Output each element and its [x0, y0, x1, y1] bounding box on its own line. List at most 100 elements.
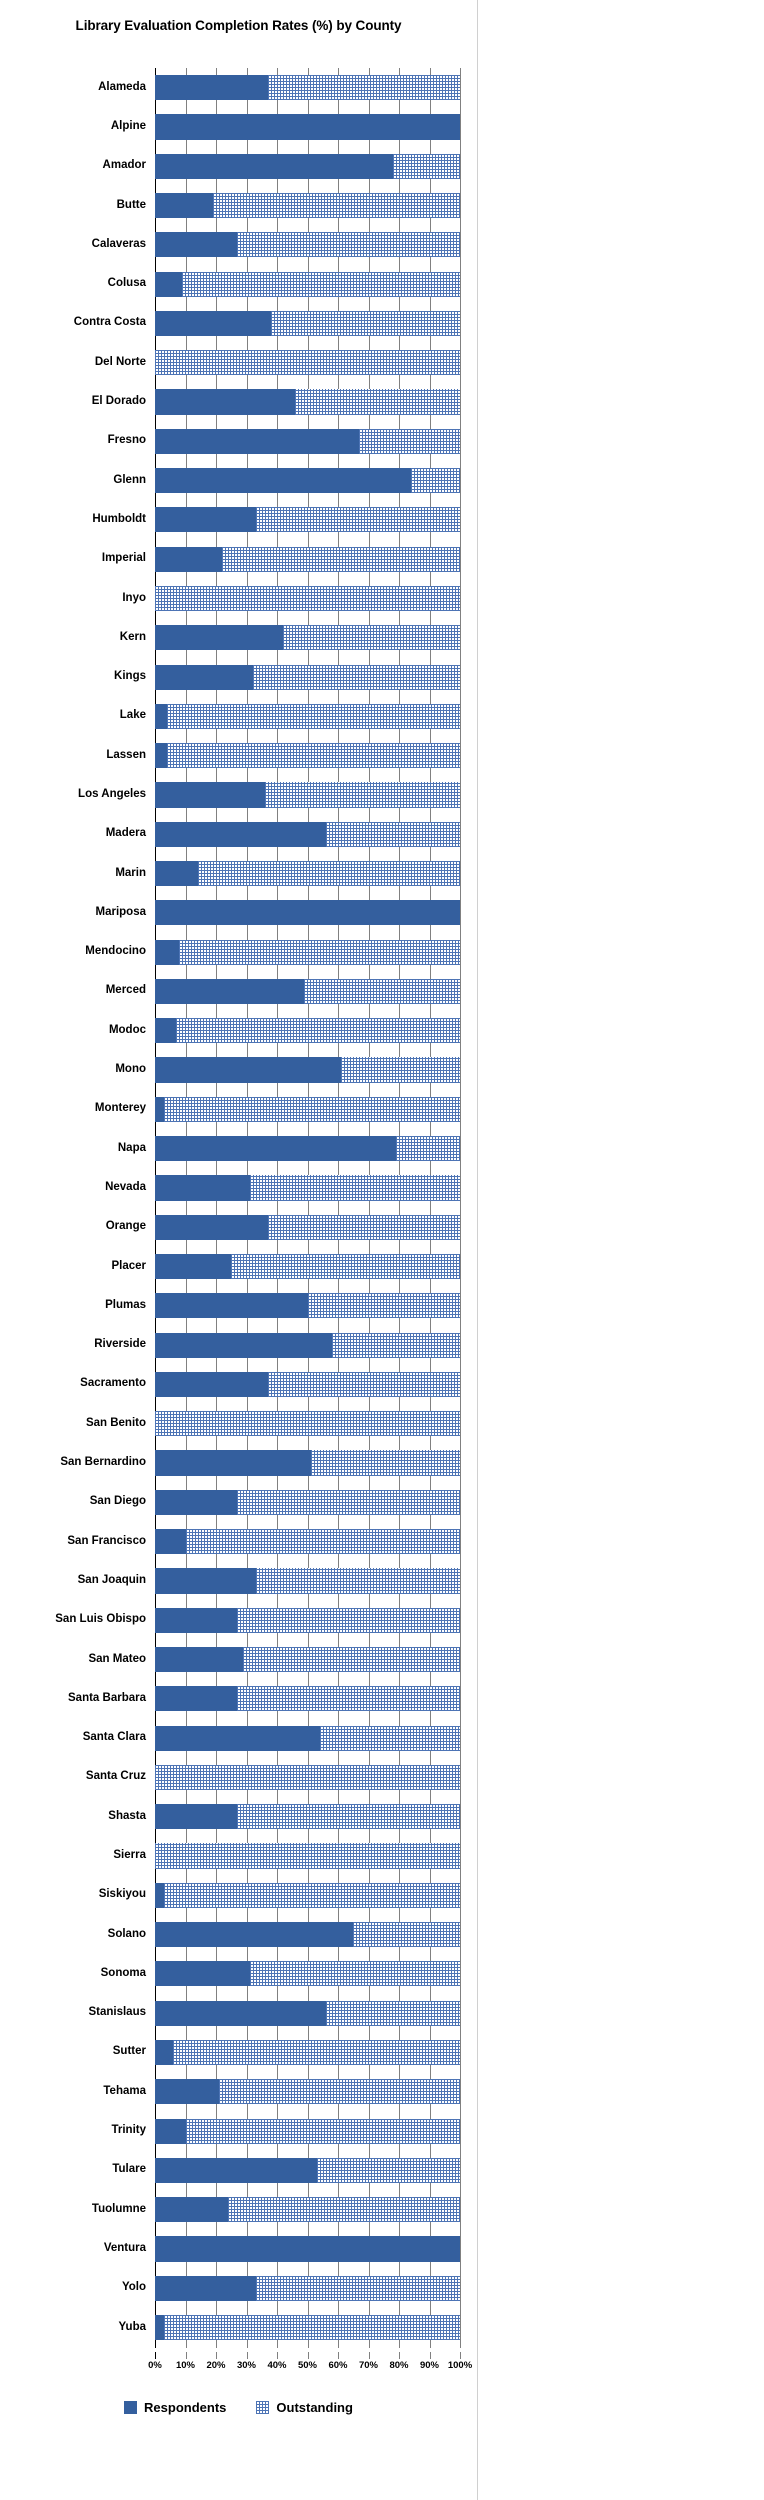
- bar-segment-outstanding: [185, 2118, 460, 2144]
- bar-row: Del Norte: [95, 343, 460, 382]
- bar-segment-outstanding: [255, 2275, 460, 2301]
- bar-segment-respondents: [155, 2000, 326, 2026]
- tickmark-100: [460, 2352, 461, 2359]
- stacked-bar: [155, 507, 460, 533]
- stacked-bar: [155, 428, 460, 454]
- bar-segment-respondents: [155, 2275, 256, 2301]
- y-axis-label: Mariposa: [95, 905, 147, 918]
- bar-segment-respondents: [155, 1804, 238, 1830]
- chart-title: Library Evaluation Completion Rates (%) …: [75, 18, 402, 33]
- bar-row: Mariposa: [96, 893, 460, 932]
- y-axis-label: Sierra: [113, 1849, 146, 1861]
- y-axis-label: Madera: [105, 827, 146, 840]
- stacked-bar: [155, 2039, 460, 2066]
- bar-segment-respondents: [155, 507, 256, 533]
- bar-segment-respondents: [155, 2197, 229, 2223]
- bar-row: Siskiyou: [99, 1876, 460, 1915]
- bar-row: Glenn: [113, 461, 460, 500]
- bar-row: Placer: [111, 1247, 460, 1286]
- y-axis-label: Sutter: [112, 2045, 146, 2058]
- stacked-bar: [155, 1175, 460, 1201]
- bar-segment-outstanding: [359, 428, 460, 454]
- bar-segment-outstanding: [325, 821, 460, 847]
- bar-segment-respondents: [155, 1725, 320, 1751]
- bar-segment-respondents: [155, 1646, 244, 1673]
- y-axis-label: Del Norte: [94, 355, 146, 368]
- bar-segment-respondents: [155, 310, 271, 336]
- tickmark-80: [399, 2352, 400, 2359]
- bar-segment-outstanding: [249, 1961, 460, 1987]
- bar-segment-respondents: [155, 428, 360, 454]
- bar-segment-respondents: [155, 1450, 311, 1476]
- stacked-bar: [155, 1332, 460, 1358]
- bar-segment-respondents: [155, 1214, 268, 1240]
- bar-segment-respondents: [155, 2039, 174, 2066]
- bar-segment-outstanding: [353, 1922, 460, 1948]
- stacked-bar: [155, 1253, 460, 1280]
- y-axis-label: Fresno: [107, 434, 146, 447]
- bar-segment-outstanding: [325, 2000, 460, 2026]
- stacked-bar: [155, 1686, 460, 1712]
- y-axis-label: Nevada: [105, 1180, 146, 1193]
- bar-segment-outstanding: [231, 1253, 460, 1280]
- stacked-bar: [155, 1214, 460, 1240]
- bar-row: San Joaquin: [78, 1561, 460, 1600]
- bar-segment-outstanding: [295, 389, 460, 415]
- bar-segment-respondents: [155, 1018, 177, 1044]
- y-axis-label: Calaveras: [91, 237, 146, 250]
- bar-segment-respondents: [155, 900, 460, 926]
- x-tick-label: 50%: [297, 2360, 318, 2371]
- bar-segment-outstanding: [237, 232, 460, 258]
- bar-segment-respondents: [155, 821, 326, 847]
- stacked-bar: [155, 585, 460, 612]
- legend-item-outstanding: Outstanding: [256, 2400, 353, 2415]
- bar-row: San Mateo: [88, 1640, 460, 1679]
- stacked-bar: [155, 978, 460, 1005]
- y-axis-label: Los Angeles: [78, 787, 146, 800]
- y-axis-label: El Dorado: [91, 395, 146, 408]
- bar-segment-outstanding: [331, 1332, 460, 1358]
- bar-row: El Dorado: [92, 382, 460, 421]
- bar-row: Mono: [115, 1050, 460, 1089]
- bar-segment-outstanding: [319, 1725, 460, 1751]
- stacked-bar: [155, 939, 460, 965]
- bar-segment-outstanding: [267, 75, 460, 101]
- bar-row: Marin: [115, 854, 460, 893]
- stacked-bar: [155, 1725, 460, 1751]
- stacked-bar: [155, 192, 460, 219]
- y-axis-label: Amador: [102, 159, 146, 172]
- bar-row: Monterey: [95, 1090, 460, 1129]
- bar-row: San Diego: [90, 1483, 460, 1522]
- bar-segment-outstanding: [237, 1489, 460, 1515]
- bar-segment-outstanding: [155, 1764, 460, 1790]
- x-tick-label: 40%: [267, 2360, 287, 2371]
- bar-row: Sonoma: [101, 1954, 460, 1993]
- y-axis-label: Inyo: [122, 591, 146, 604]
- y-axis-label: Shasta: [108, 1809, 146, 1822]
- bar-segment-outstanding: [341, 1057, 460, 1083]
- bar-row: Solano: [108, 1915, 460, 1954]
- bar-segment-outstanding: [222, 546, 460, 572]
- bar-row: San Francisco: [67, 1522, 460, 1561]
- bar-segment-outstanding: [167, 703, 460, 729]
- bar-row: Colusa: [108, 264, 460, 303]
- bar-row: Modoc: [109, 1011, 460, 1050]
- bar-segment-outstanding: [267, 1214, 460, 1240]
- bar-row: Amador: [103, 147, 460, 186]
- stacked-bar: [155, 1843, 460, 1869]
- tickmark-60: [338, 2352, 339, 2359]
- y-axis-label: Orange: [105, 1220, 146, 1233]
- bar-row: Plumas: [105, 1286, 460, 1325]
- legend-label-outstanding: Outstanding: [276, 2400, 353, 2415]
- y-axis-label: Imperial: [101, 552, 146, 565]
- bar-row: Yuba: [119, 2308, 460, 2347]
- stacked-bar: [155, 232, 460, 258]
- bar-segment-outstanding: [176, 1018, 460, 1044]
- y-axis-label: Contra Costa: [73, 316, 146, 329]
- y-axis-label: Yuba: [118, 2320, 146, 2333]
- stacked-bar: [155, 2236, 460, 2262]
- y-axis-label: Humboldt: [92, 512, 146, 525]
- bar-row: Fresno: [108, 422, 460, 461]
- bar-segment-respondents: [155, 2118, 186, 2144]
- bar-segment-respondents: [155, 192, 213, 219]
